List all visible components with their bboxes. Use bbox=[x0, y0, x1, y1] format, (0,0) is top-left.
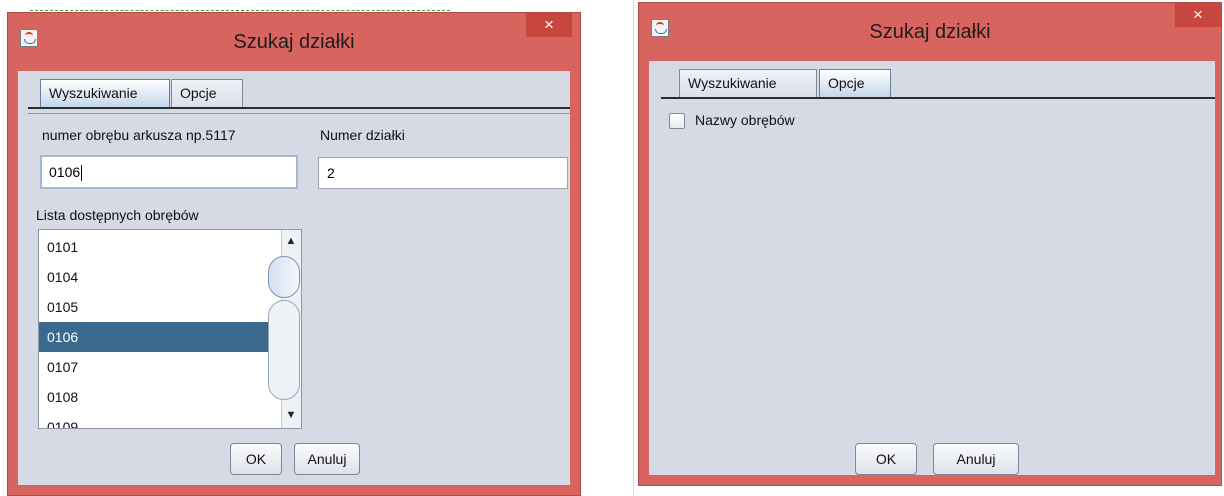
title-bar[interactable]: Szukaj działki × bbox=[8, 13, 580, 71]
cancel-button-label: Anuluj bbox=[956, 451, 996, 467]
scroll-down-arrow-icon[interactable]: ▼ bbox=[282, 406, 300, 424]
tab-label: Wyszukiwanie bbox=[688, 75, 777, 91]
tab-underline bbox=[661, 97, 1215, 99]
text-caret bbox=[81, 165, 83, 182]
dialog-content: Wyszukiwanie Opcje Nazwy obrębów OK Anul… bbox=[649, 61, 1215, 475]
scrollbar-thumb[interactable] bbox=[268, 256, 300, 298]
dzialka-input-value: 2 bbox=[327, 165, 335, 181]
options-dialog-window: Szukaj działki × Wyszukiwanie Opcje Nazw… bbox=[638, 2, 1222, 486]
tab-wyszukiwanie[interactable]: Wyszukiwanie bbox=[40, 79, 170, 107]
tab-label: Opcje bbox=[828, 75, 865, 91]
title-bar[interactable]: Szukaj działki × bbox=[639, 3, 1221, 61]
cancel-button[interactable]: Anuluj bbox=[294, 443, 360, 475]
tab-underline bbox=[28, 107, 570, 109]
list-item-label: 0106 bbox=[47, 329, 79, 345]
window-title: Szukaj działki bbox=[869, 21, 991, 43]
scroll-up-arrow-icon[interactable]: ▲ bbox=[282, 232, 300, 250]
obreb-label: numer obrębu arkusza np.5117 bbox=[42, 127, 236, 143]
list-item-label: 0101 bbox=[47, 239, 79, 255]
list-item[interactable]: 0104 bbox=[39, 262, 281, 292]
list-item-label: 0108 bbox=[47, 389, 79, 405]
cancel-button-label: Anuluj bbox=[307, 451, 347, 467]
close-button[interactable]: × bbox=[1175, 3, 1221, 27]
list-label: Lista dostępnych obrębów bbox=[36, 207, 199, 223]
ok-button-label: OK bbox=[875, 451, 897, 467]
list-item[interactable]: 0108 bbox=[39, 382, 281, 412]
nazwy-obrebow-label[interactable]: Nazwy obrębów bbox=[695, 112, 795, 128]
close-icon: × bbox=[544, 15, 554, 34]
list-item[interactable]: 0105 bbox=[39, 292, 281, 322]
close-button[interactable]: × bbox=[526, 13, 572, 37]
list-item[interactable]: 0101 bbox=[39, 232, 281, 262]
tab-opcje[interactable]: Opcje bbox=[171, 79, 243, 107]
obreb-list[interactable]: 0101 0104 0105 0106 0107 0108 0109 ▲ ▼ bbox=[38, 229, 302, 429]
tab-label: Wyszukiwanie bbox=[49, 85, 138, 101]
dzialka-label: Numer działki bbox=[320, 127, 405, 143]
window-title: Szukaj działki bbox=[233, 31, 355, 53]
scrollbar-track-segment bbox=[268, 300, 300, 400]
tab-wyszukiwanie[interactable]: Wyszukiwanie bbox=[679, 69, 817, 97]
ok-button[interactable]: OK bbox=[230, 443, 282, 475]
list-item-selected[interactable]: 0106 bbox=[39, 322, 281, 352]
tab-opcje[interactable]: Opcje bbox=[819, 69, 891, 97]
ok-button-label: OK bbox=[245, 451, 267, 467]
search-dialog-window: Szukaj działki × Wyszukiwanie Opcje nume… bbox=[7, 12, 581, 496]
ok-button[interactable]: OK bbox=[855, 443, 917, 475]
checkbox-icon[interactable] bbox=[669, 113, 685, 129]
list-item-label: 0107 bbox=[47, 359, 79, 375]
tab-panel-border bbox=[28, 113, 570, 114]
dialog-content: Wyszukiwanie Opcje numer obrębu arkusza … bbox=[18, 71, 570, 485]
list-item-label: 0105 bbox=[47, 299, 79, 315]
list-item[interactable]: 0109 bbox=[39, 412, 281, 429]
background-edge bbox=[633, 0, 634, 496]
list-scrollbar[interactable]: ▲ ▼ bbox=[268, 230, 301, 428]
list-item[interactable]: 0107 bbox=[39, 352, 281, 382]
list-item-label: 0109 bbox=[47, 419, 79, 429]
obreb-input-value: 0106 bbox=[49, 164, 81, 180]
cancel-button[interactable]: Anuluj bbox=[933, 443, 1019, 475]
list-item-label: 0104 bbox=[47, 269, 79, 285]
obreb-input[interactable]: 0106 bbox=[40, 155, 298, 189]
close-icon: × bbox=[1193, 5, 1203, 24]
dzialka-input[interactable]: 2 bbox=[318, 157, 568, 189]
tab-label: Opcje bbox=[180, 85, 217, 101]
